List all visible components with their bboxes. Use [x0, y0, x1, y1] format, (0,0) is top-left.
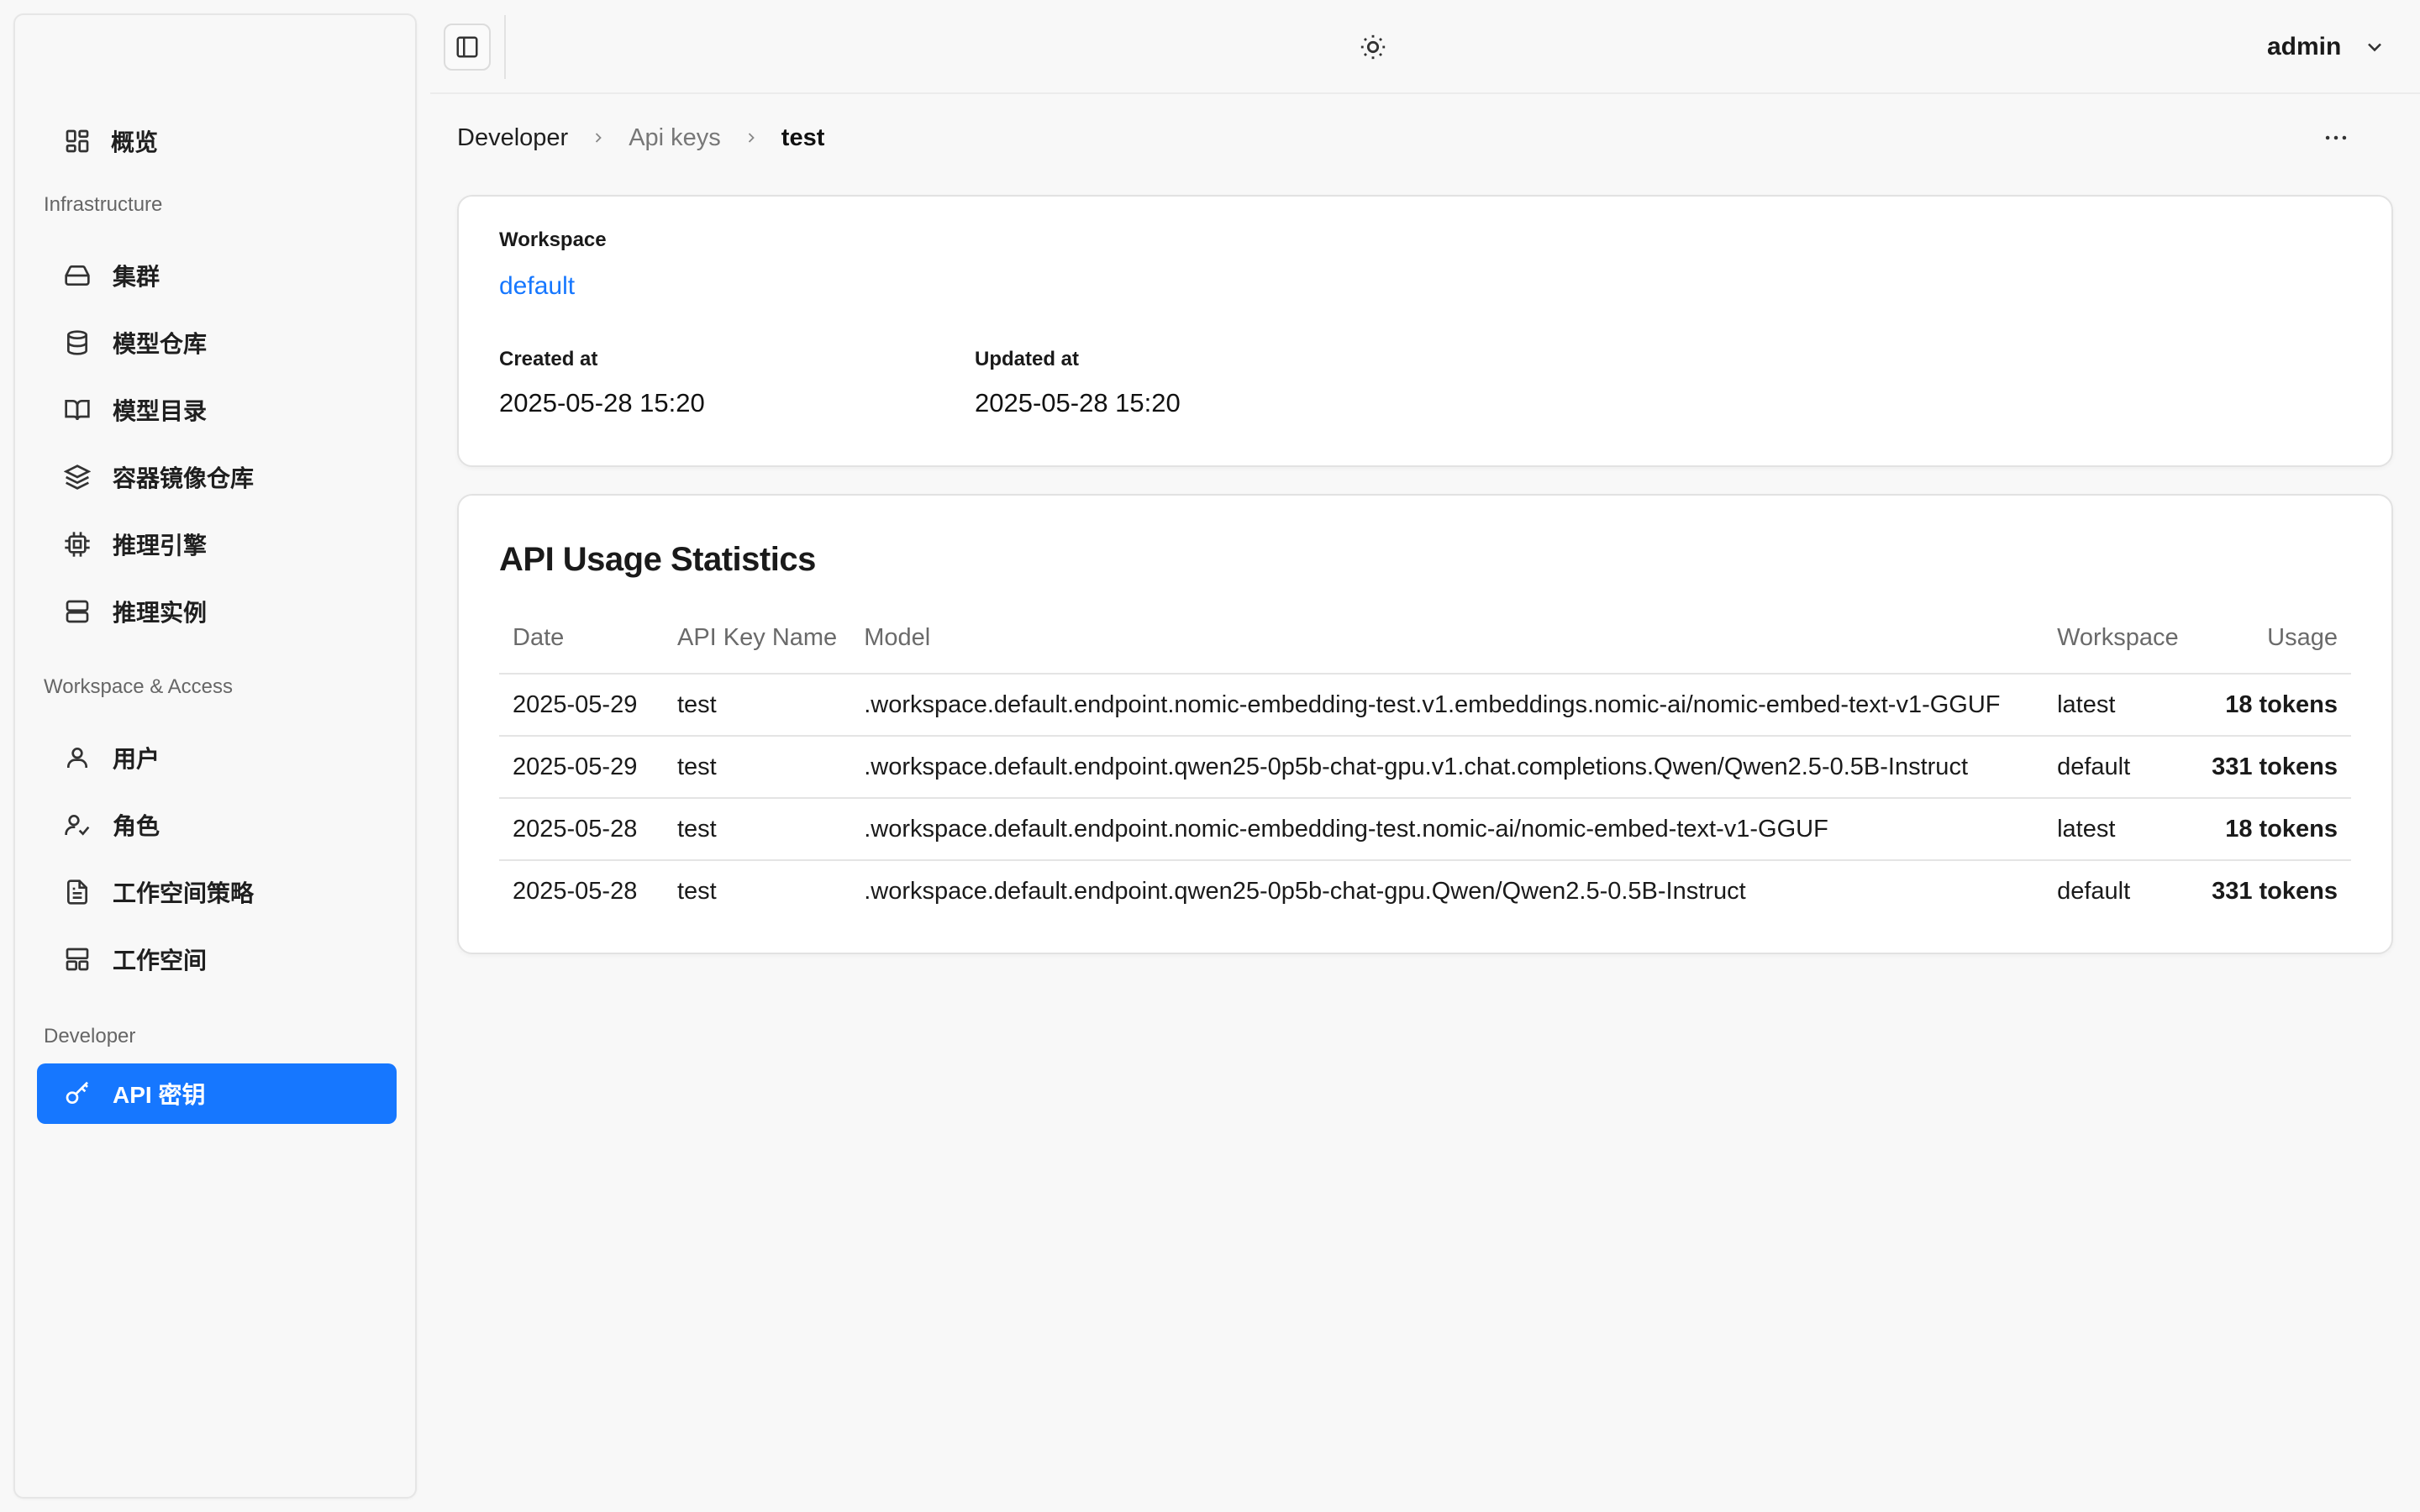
- created-at-value: 2025-05-28 15:20: [499, 388, 705, 417]
- sidebar-item-label: 工作空间策略: [113, 880, 255, 906]
- sidebar-item-roles[interactable]: 角色: [37, 795, 397, 855]
- updated-at-label: Updated at: [975, 348, 1080, 370]
- cell-workspace: latest: [2044, 674, 2199, 737]
- cell-usage: 18 tokens: [2198, 674, 2351, 737]
- sidebar-item-inference-instances[interactable]: 推理实例: [37, 581, 397, 642]
- sidebar-item-label: 推理实例: [113, 600, 208, 626]
- table-row: 2025-05-28 test .workspace.default.endpo…: [499, 860, 2351, 922]
- layout-icon: [62, 944, 92, 974]
- sidebar-item-label: 角色: [113, 813, 160, 839]
- book-open-icon: [62, 395, 92, 425]
- chevron-right-icon: [590, 129, 607, 146]
- cell-model: .workspace.default.endpoint.qwen25-0p5b-…: [850, 736, 2044, 799]
- column-header-date[interactable]: Date: [499, 603, 664, 675]
- cell-usage: 331 tokens: [2212, 878, 2338, 905]
- sidebar-item-overview[interactable]: 概览: [37, 111, 397, 171]
- more-actions-button[interactable]: [2316, 121, 2356, 155]
- sidebar-toggle-button[interactable]: [444, 24, 491, 71]
- sidebar-item-label: 概览: [111, 129, 159, 155]
- column-header-api-key-name[interactable]: API Key Name: [664, 603, 851, 675]
- user-check-icon: [62, 810, 92, 840]
- cpu-icon: [62, 529, 92, 559]
- section-label-developer: Developer: [44, 1025, 136, 1047]
- top-header: admin: [430, 0, 2420, 94]
- sidebar-item-model-catalog[interactable]: 模型目录: [37, 380, 397, 440]
- section-label-workspace-access: Workspace & Access: [44, 675, 233, 698]
- column-header-workspace[interactable]: Workspace: [2044, 603, 2199, 675]
- cell-date: 2025-05-28: [499, 798, 664, 861]
- sidebar-item-label: 容器镜像仓库: [113, 465, 255, 491]
- cell-workspace: default: [2057, 878, 2131, 905]
- sidebar-item-label: 模型仓库: [113, 331, 208, 357]
- sidebar-item-container-registry[interactable]: 容器镜像仓库: [37, 447, 397, 507]
- cell-usage: 18 tokens: [2198, 798, 2351, 861]
- cell-usage: 331 tokens: [2198, 736, 2351, 799]
- section-label-infrastructure: Infrastructure: [44, 193, 163, 216]
- key-icon: [62, 1079, 92, 1109]
- chevron-down-icon: [2363, 35, 2386, 59]
- sidebar-item-model-repo[interactable]: 模型仓库: [37, 312, 397, 373]
- sidebar-item-label: 用户: [113, 746, 160, 772]
- breadcrumb-api-keys[interactable]: Api keys: [629, 124, 721, 152]
- sidebar-item-inference-engine[interactable]: 推理引擎: [37, 514, 397, 575]
- breadcrumb-current: test: [781, 123, 825, 151]
- cell-key-name: test: [677, 878, 717, 905]
- cell-date: 2025-05-29: [499, 736, 664, 799]
- created-at-label: Created at: [499, 348, 598, 370]
- workspace-link[interactable]: default: [499, 272, 575, 301]
- column-header-usage[interactable]: Usage: [2198, 603, 2351, 675]
- cell-key-name: test: [664, 798, 851, 861]
- usage-title: API Usage Statistics: [499, 541, 816, 578]
- more-horizontal-icon: [2322, 123, 2350, 152]
- column-header-model[interactable]: Model: [850, 603, 2044, 675]
- sidebar: 概览 Infrastructure 集群 模型仓库 模型目录 容器镜像仓库 推理…: [13, 13, 417, 1499]
- server-icon: [62, 596, 92, 627]
- sidebar-item-workspace-policies[interactable]: 工作空间策略: [37, 862, 397, 922]
- sidebar-item-label: 推理引擎: [113, 533, 208, 559]
- breadcrumb: Developer Api keys test: [457, 121, 824, 155]
- database-icon: [62, 328, 92, 358]
- table-row: 2025-05-29 test .workspace.default.endpo…: [499, 736, 2351, 799]
- cell-model: .workspace.default.endpoint.qwen25-0p5b-…: [864, 878, 1746, 905]
- usage-table: Date API Key Name Model Workspace Usage …: [499, 603, 2351, 922]
- grid-icon: [62, 126, 92, 156]
- sidebar-item-label: 工作空间: [113, 948, 208, 974]
- user-menu-button[interactable]: admin: [2267, 25, 2386, 69]
- sidebar-item-workspaces[interactable]: 工作空间: [37, 929, 397, 990]
- app-root: 概览 Infrastructure 集群 模型仓库 模型目录 容器镜像仓库 推理…: [0, 0, 2420, 1512]
- header-divider: [504, 15, 506, 79]
- table-row: 2025-05-29 test .workspace.default.endpo…: [499, 674, 2351, 737]
- sun-icon: [1359, 33, 1387, 61]
- layers-icon: [62, 462, 92, 492]
- cell-date: 2025-05-29: [499, 674, 664, 737]
- sidebar-item-api-keys[interactable]: API 密钥: [37, 1063, 397, 1124]
- cell-key-name: test: [664, 736, 851, 799]
- cell-workspace: default: [2044, 736, 2199, 799]
- workspace-label: Workspace: [499, 228, 607, 251]
- sidebar-item-label: 集群: [113, 264, 160, 290]
- sidebar-item-clusters[interactable]: 集群: [37, 245, 397, 306]
- file-text-icon: [62, 877, 92, 907]
- user-icon: [62, 743, 92, 773]
- sidebar-item-users[interactable]: 用户: [37, 727, 397, 788]
- cell-model: .workspace.default.endpoint.nomic-embedd…: [850, 674, 2044, 737]
- cell-key-name: test: [664, 674, 851, 737]
- table-row: 2025-05-28 test .workspace.default.endpo…: [499, 798, 2351, 861]
- theme-toggle-button[interactable]: [1355, 29, 1392, 66]
- sidebar-item-label: 模型目录: [113, 398, 208, 424]
- updated-at-value: 2025-05-28 15:20: [975, 388, 1181, 417]
- hard-drive-icon: [62, 260, 92, 291]
- panel-left-icon: [455, 34, 480, 60]
- cell-date: 2025-05-28: [513, 878, 638, 905]
- table-header-row: Date API Key Name Model Workspace Usage: [499, 603, 2351, 675]
- user-name: admin: [2267, 33, 2342, 60]
- details-card: Workspace default Created at 2025-05-28 …: [457, 195, 2393, 467]
- breadcrumb-developer[interactable]: Developer: [457, 124, 568, 152]
- usage-statistics-card: API Usage Statistics Date API Key Name M…: [457, 494, 2393, 954]
- sidebar-item-label: API 密钥: [113, 1082, 206, 1108]
- chevron-right-icon: [743, 129, 760, 146]
- cell-model: .workspace.default.endpoint.nomic-embedd…: [850, 798, 2044, 861]
- cell-workspace: latest: [2044, 798, 2199, 861]
